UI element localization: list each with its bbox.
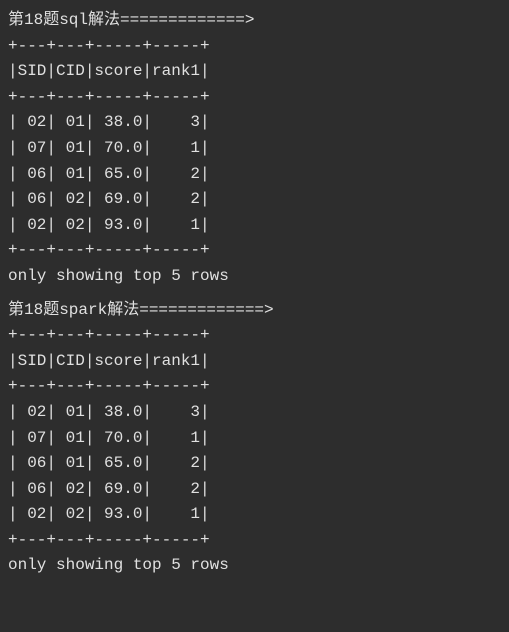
table-row: | 02| 02| 93.0| 1|: [8, 213, 501, 239]
table-separator-mid: +---+---+-----+-----+: [8, 374, 501, 400]
table-separator-top: +---+---+-----+-----+: [8, 34, 501, 60]
table-columns: |SID|CID|score|rank1|: [8, 59, 501, 85]
table-separator-bottom: +---+---+-----+-----+: [8, 238, 501, 264]
table-columns: |SID|CID|score|rank1|: [8, 349, 501, 375]
table-row: | 06| 01| 65.0| 2|: [8, 451, 501, 477]
table-row: | 07| 01| 70.0| 1|: [8, 426, 501, 452]
table-row: | 07| 01| 70.0| 1|: [8, 136, 501, 162]
table-row: | 02| 01| 38.0| 3|: [8, 110, 501, 136]
table-separator-top: +---+---+-----+-----+: [8, 323, 501, 349]
table-separator-bottom: +---+---+-----+-----+: [8, 528, 501, 554]
spark-footer: only showing top 5 rows: [8, 553, 501, 579]
sql-footer: only showing top 5 rows: [8, 264, 501, 290]
table-row: | 02| 02| 93.0| 1|: [8, 502, 501, 528]
table-row: | 06| 02| 69.0| 2|: [8, 477, 501, 503]
sql-header: 第18题sql解法=============>: [8, 8, 501, 34]
table-row: | 06| 02| 69.0| 2|: [8, 187, 501, 213]
table-row: | 02| 01| 38.0| 3|: [8, 400, 501, 426]
table-row: | 06| 01| 65.0| 2|: [8, 162, 501, 188]
spark-output-block: 第18题spark解法=============> +---+---+-----…: [8, 298, 501, 580]
sql-output-block: 第18题sql解法=============> +---+---+-----+-…: [8, 8, 501, 290]
spark-header: 第18题spark解法=============>: [8, 298, 501, 324]
table-separator-mid: +---+---+-----+-----+: [8, 85, 501, 111]
